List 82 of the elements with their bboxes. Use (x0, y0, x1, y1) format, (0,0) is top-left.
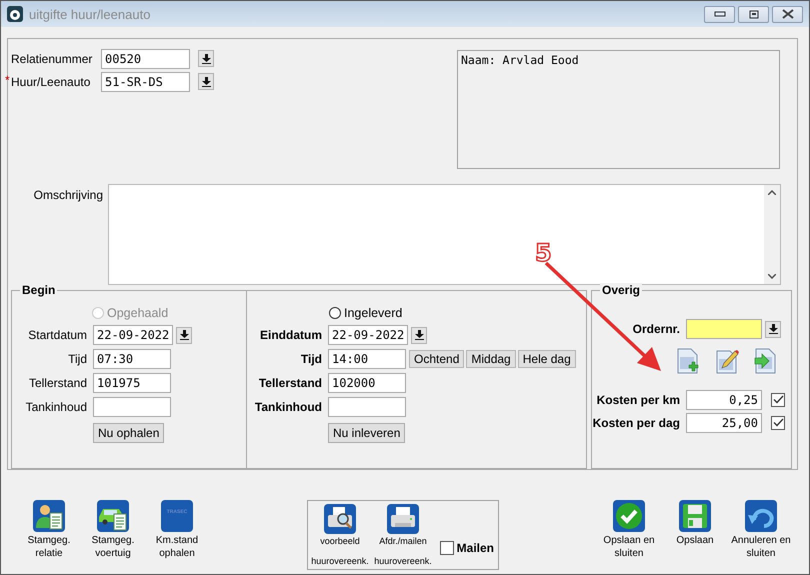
download-arrow-icon (180, 330, 188, 340)
input-field[interactable] (93, 397, 171, 417)
close-button[interactable] (772, 6, 803, 22)
checkbox-label: Mailen (456, 541, 494, 555)
toolbar-button[interactable]: Annuleren en sluiten (728, 500, 794, 560)
time-preset-button[interactable]: Middag (466, 350, 516, 368)
download-arrow-icon (202, 54, 210, 64)
maximize-button[interactable] (738, 6, 769, 22)
printer-icon (387, 504, 419, 534)
toolbar-button[interactable]: Opslaan (662, 500, 728, 560)
lookup-button[interactable] (198, 73, 214, 90)
cost-field[interactable]: 25,00 (686, 412, 762, 432)
annotation-number: 5 (535, 239, 552, 267)
input-field[interactable]: 07:30 (93, 349, 171, 369)
print-button[interactable]: Afdr./mailen huurovereenk. (372, 504, 434, 566)
field-label: Relatienummer (11, 52, 94, 66)
group-title: Begin (20, 283, 58, 297)
lookup-button[interactable] (765, 320, 781, 338)
forward-document-icon[interactable] (754, 348, 778, 374)
required-mark: * (5, 72, 10, 86)
field-label: Einddatum (259, 328, 323, 342)
order-number-field[interactable] (686, 319, 762, 339)
cost-field[interactable]: 0,25 (686, 390, 762, 410)
date-picker-button[interactable] (411, 326, 427, 344)
name-text: Naam: Arvlad Eood (461, 53, 579, 67)
radio-button[interactable] (329, 307, 341, 319)
field-label: Tellerstand (28, 376, 88, 390)
return-now-button[interactable]: Nu inleveren (328, 423, 406, 443)
field-label: Tankinhoud (254, 400, 323, 414)
download-arrow-icon (414, 330, 424, 340)
field-label: Tijd (300, 352, 323, 366)
minimize-icon (714, 11, 726, 17)
radio-label: Ingeleverd (344, 306, 402, 320)
field-label: Kosten per dag (592, 416, 681, 430)
checkbox[interactable] (771, 416, 785, 430)
window-title: uitgifte huur/leenauto (29, 6, 152, 22)
check-icon (772, 395, 784, 404)
car-card-icon (97, 500, 129, 532)
checkbox[interactable] (440, 541, 454, 555)
checkbox[interactable] (771, 392, 785, 406)
edit-document-icon[interactable] (715, 348, 739, 374)
minimize-button[interactable] (704, 6, 735, 22)
field-label: Startdatum (27, 328, 88, 342)
description-field[interactable] (108, 184, 781, 285)
input-field[interactable]: 101975 (93, 373, 171, 393)
scroll-up-icon (768, 190, 776, 195)
field-label: Tijd (67, 352, 88, 366)
person-card-icon (33, 500, 65, 532)
close-icon (782, 9, 794, 19)
date-picker-button[interactable] (176, 326, 192, 344)
toolbar-button[interactable]: Stamgeg. voertuig (81, 500, 145, 560)
input-field[interactable]: 51-SR-DS (101, 72, 190, 92)
maximize-icon (748, 10, 758, 18)
input-field[interactable]: 22-09-2022 (93, 325, 173, 345)
lookup-button[interactable] (198, 50, 214, 67)
download-arrow-icon (202, 76, 210, 86)
field-label: Omschrijving (32, 187, 104, 204)
input-field[interactable] (328, 397, 406, 417)
time-preset-button[interactable]: Hele dag (518, 350, 576, 368)
download-arrow-icon (768, 324, 778, 334)
time-preset-button[interactable]: Ochtend (409, 350, 464, 368)
field-label: Kosten per km (596, 392, 681, 406)
input-field[interactable]: 102000 (328, 373, 406, 393)
input-field[interactable]: 14:00 (328, 349, 406, 369)
checkmark-icon (613, 500, 645, 532)
field-label: Ordernr. (632, 322, 681, 336)
input-field[interactable]: 00520 (101, 48, 190, 68)
check-icon (772, 418, 784, 427)
print-button[interactable]: voorbeeld huurovereenk. (309, 504, 371, 566)
scroll-down-icon (768, 274, 776, 279)
toolbar-button[interactable]: Stamgeg. relatie (17, 500, 81, 560)
scrollbar[interactable] (764, 185, 780, 284)
field-label: Tankinhoud (24, 400, 88, 414)
toolbar-button[interactable]: Opslaan en sluiten (596, 500, 662, 560)
group-title: Overig (600, 283, 642, 297)
pickup-now-button[interactable]: Nu ophalen (93, 423, 164, 443)
radio-label: Opgehaald (107, 306, 168, 320)
printer-magnifier-icon (324, 504, 356, 534)
new-document-icon[interactable] (676, 348, 700, 374)
field-label: Tellerstand (258, 376, 323, 390)
app-icon (7, 6, 23, 22)
input-field[interactable]: 22-09-2022 (328, 325, 408, 345)
